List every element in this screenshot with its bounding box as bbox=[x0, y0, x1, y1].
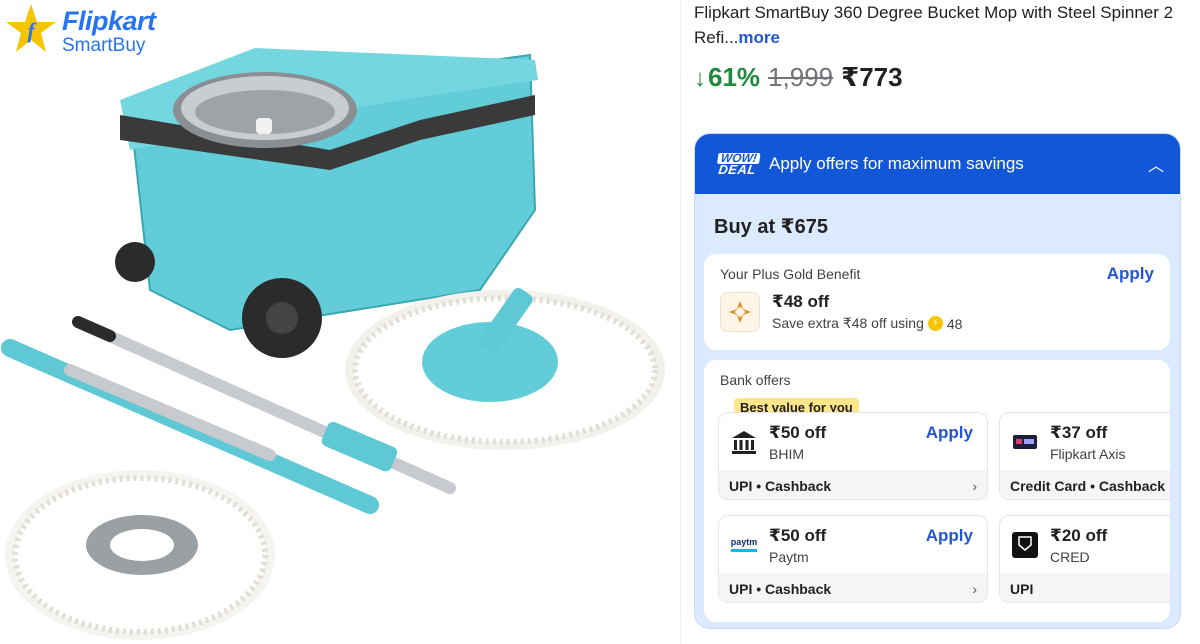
mrp-price: 1,999 bbox=[768, 62, 834, 92]
brand-logo[interactable]: f Flipkart SmartBuy bbox=[4, 2, 156, 56]
offers-header-title: Apply offers for maximum savings bbox=[769, 154, 1024, 173]
offer-amount: ₹20 off bbox=[1050, 526, 1108, 545]
offer-top: paytm ₹50 off Paytm Apply bbox=[719, 516, 987, 573]
offer-provider: BHIM bbox=[769, 446, 804, 462]
supercoin-icon: ⚡ bbox=[927, 316, 943, 331]
bank-offer-cred[interactable]: ₹20 off CRED UPI bbox=[999, 515, 1170, 603]
gold-apply-button[interactable]: Apply bbox=[1107, 264, 1154, 284]
offer-footer-label: UPI • Cashback bbox=[729, 580, 832, 597]
offer-provider: CRED bbox=[1050, 549, 1090, 565]
selling-price: ₹773 bbox=[841, 62, 903, 92]
offer-text: ₹37 off Flipkart Axis bbox=[1050, 423, 1125, 462]
offer-top: ₹50 off BHIM Apply bbox=[719, 413, 987, 470]
offer-footer[interactable]: UPI • Cashback › bbox=[719, 470, 987, 499]
gold-offer-sub-text: Save extra ₹48 off using bbox=[772, 315, 924, 331]
offer-top: ₹20 off CRED bbox=[1000, 516, 1170, 573]
flipkart-star-icon: f bbox=[6, 4, 56, 52]
paytm-icon: paytm bbox=[729, 530, 759, 560]
more-link[interactable]: more bbox=[738, 28, 780, 47]
offer-amount: ₹50 off bbox=[769, 423, 827, 442]
discount-percent: 61% bbox=[708, 62, 761, 92]
gold-offer-text: ₹48 off Save extra ₹48 off using ⚡ 48 bbox=[772, 292, 962, 332]
offer-amount: ₹37 off bbox=[1050, 423, 1108, 442]
offer-apply-button[interactable]: Apply bbox=[926, 526, 973, 546]
offer-footer-label: Credit Card • Cashback bbox=[1010, 477, 1166, 494]
chevron-right-icon: › bbox=[972, 580, 977, 597]
gold-offer-sub: Save extra ₹48 off using ⚡ 48 bbox=[772, 315, 962, 332]
plus-gold-icon bbox=[720, 292, 760, 332]
offer-apply-button[interactable]: Apply bbox=[926, 423, 973, 443]
offer-footer-label: UPI • Cashback bbox=[729, 477, 832, 494]
offer-provider: Flipkart Axis bbox=[1050, 446, 1126, 462]
price-row: ↓ 61% 1,999 ₹773 bbox=[694, 62, 1194, 93]
product-title: Flipkart SmartBuy 360 Degree Bucket Mop … bbox=[694, 0, 1194, 50]
bank-offer-bhim[interactable]: ₹50 off BHIM Apply UPI • Cashback › bbox=[718, 412, 988, 500]
chevron-up-icon[interactable]: ︿ bbox=[1148, 152, 1164, 176]
plus-gold-benefit: Your Plus Gold Benefit Apply ₹48 off Sav… bbox=[704, 254, 1170, 350]
offer-footer[interactable]: UPI • Cashback › bbox=[719, 573, 987, 602]
offer-provider: Paytm bbox=[769, 549, 809, 565]
buy-at-price: Buy at ₹675 bbox=[714, 216, 828, 238]
product-image bbox=[1, 48, 665, 640]
bank-offer-flipkart-axis[interactable]: ₹37 off Flipkart Axis Credit Card • Cash… bbox=[999, 412, 1170, 500]
down-arrow-icon: ↓ bbox=[694, 65, 706, 92]
cred-icon bbox=[1010, 530, 1040, 560]
offer-top: ₹37 off Flipkart Axis bbox=[1000, 413, 1170, 470]
offers-card: WOW! DEAL Apply offers for maximum savin… bbox=[694, 133, 1181, 629]
offer-text: ₹50 off BHIM bbox=[769, 423, 826, 462]
bank-icon bbox=[729, 427, 759, 457]
gold-benefit-title: Your Plus Gold Benefit bbox=[720, 266, 861, 282]
deal-label: DEAL bbox=[717, 161, 758, 177]
divider bbox=[680, 0, 681, 644]
product-details: Flipkart SmartBuy 360 Degree Bucket Mop … bbox=[694, 0, 1194, 629]
wow-deal-icon: WOW! DEAL bbox=[713, 151, 763, 177]
gold-offer-row: ₹48 off Save extra ₹48 off using ⚡ 48 bbox=[720, 292, 1154, 332]
product-page: f Flipkart SmartBuy Flipkart SmartBuy 36… bbox=[0, 0, 1200, 644]
product-image-pane[interactable]: f Flipkart SmartBuy bbox=[0, 0, 680, 644]
bank-offer-paytm[interactable]: paytm ₹50 off Paytm Apply UPI • Cashback… bbox=[718, 515, 988, 603]
svg-text:paytm: paytm bbox=[731, 537, 758, 547]
axis-card-icon bbox=[1010, 427, 1040, 457]
offer-amount: ₹50 off bbox=[769, 526, 827, 545]
bank-offers: Bank offers Best value for you ₹50 off B… bbox=[704, 360, 1170, 622]
title-ellipsis: ... bbox=[724, 28, 739, 47]
bank-offers-title: Bank offers bbox=[720, 372, 791, 388]
offer-text: ₹20 off CRED bbox=[1050, 526, 1107, 565]
supercoin-count: 48 bbox=[946, 315, 963, 332]
offer-footer-label: UPI bbox=[1010, 580, 1034, 597]
logo-text: Flipkart SmartBuy bbox=[62, 6, 156, 56]
gold-offer-amount: ₹48 off bbox=[772, 292, 830, 311]
logo-brand: Flipkart bbox=[62, 6, 156, 36]
chevron-right-icon: › bbox=[972, 477, 977, 494]
offer-text: ₹50 off Paytm bbox=[769, 526, 826, 565]
offer-footer[interactable]: UPI bbox=[1000, 573, 1170, 602]
discount-badge: ↓ 61% bbox=[694, 62, 760, 93]
offers-header[interactable]: WOW! DEAL Apply offers for maximum savin… bbox=[695, 134, 1180, 194]
offer-footer[interactable]: Credit Card • Cashback bbox=[1000, 470, 1170, 499]
logo-subbrand: SmartBuy bbox=[62, 35, 146, 56]
